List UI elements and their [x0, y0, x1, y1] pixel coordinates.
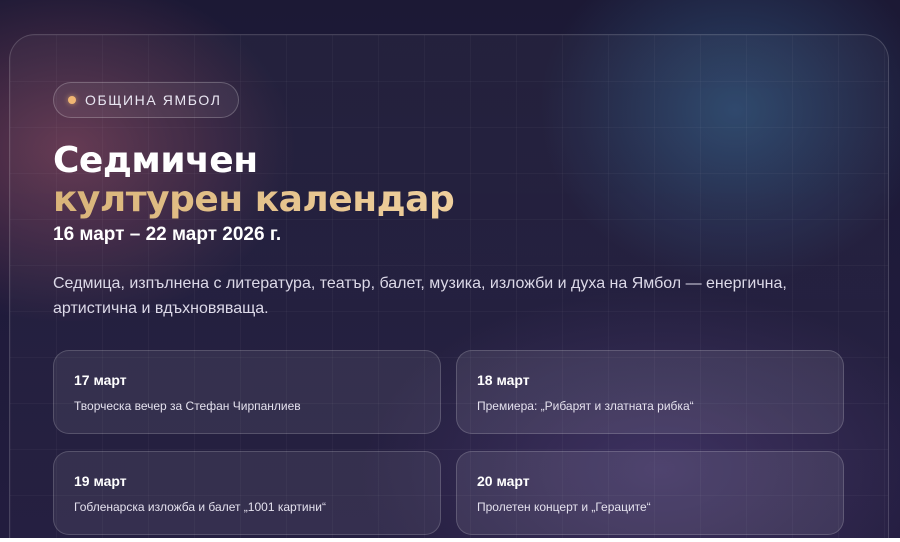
bottom-strip — [0, 538, 900, 542]
event-card[interactable]: 18 март Премиера: „Рибарят и златната ри… — [456, 350, 844, 434]
event-date: 19 март — [74, 473, 127, 489]
event-title: Пролетен концерт и „Гераците“ — [477, 500, 651, 514]
event-title: Премиера: „Рибарят и златната рибка“ — [477, 399, 694, 413]
event-date: 20 март — [477, 473, 530, 489]
dot-icon — [68, 96, 76, 104]
event-title: Творческа вечер за Стефан Чирпанлиев — [74, 399, 301, 413]
municipality-badge: ОБЩИНА ЯМБОЛ — [53, 82, 239, 118]
badge-label: ОБЩИНА ЯМБОЛ — [85, 92, 222, 108]
event-card[interactable]: 17 март Творческа вечер за Стефан Чирпан… — [53, 350, 441, 434]
event-card[interactable]: 19 март Гобленарска изложба и балет „100… — [53, 451, 441, 535]
description: Седмица, изпълнена с литература, театър,… — [53, 275, 787, 317]
page-title: Седмичен — [53, 140, 258, 181]
date-range: 16 март – 22 март 2026 г. — [53, 224, 282, 245]
event-title: Гобленарска изложба и балет „1001 картин… — [74, 500, 326, 514]
event-date: 18 март — [477, 372, 530, 388]
event-date: 17 март — [74, 372, 127, 388]
calendar-card: ОБЩИНА ЯМБОЛ Седмичен културен календар … — [9, 34, 889, 538]
page: ОБЩИНА ЯМБОЛ Седмичен културен календар … — [0, 0, 900, 538]
event-card[interactable]: 20 март Пролетен концерт и „Гераците“ — [456, 451, 844, 535]
page-title-accent: културен календар — [53, 179, 455, 220]
